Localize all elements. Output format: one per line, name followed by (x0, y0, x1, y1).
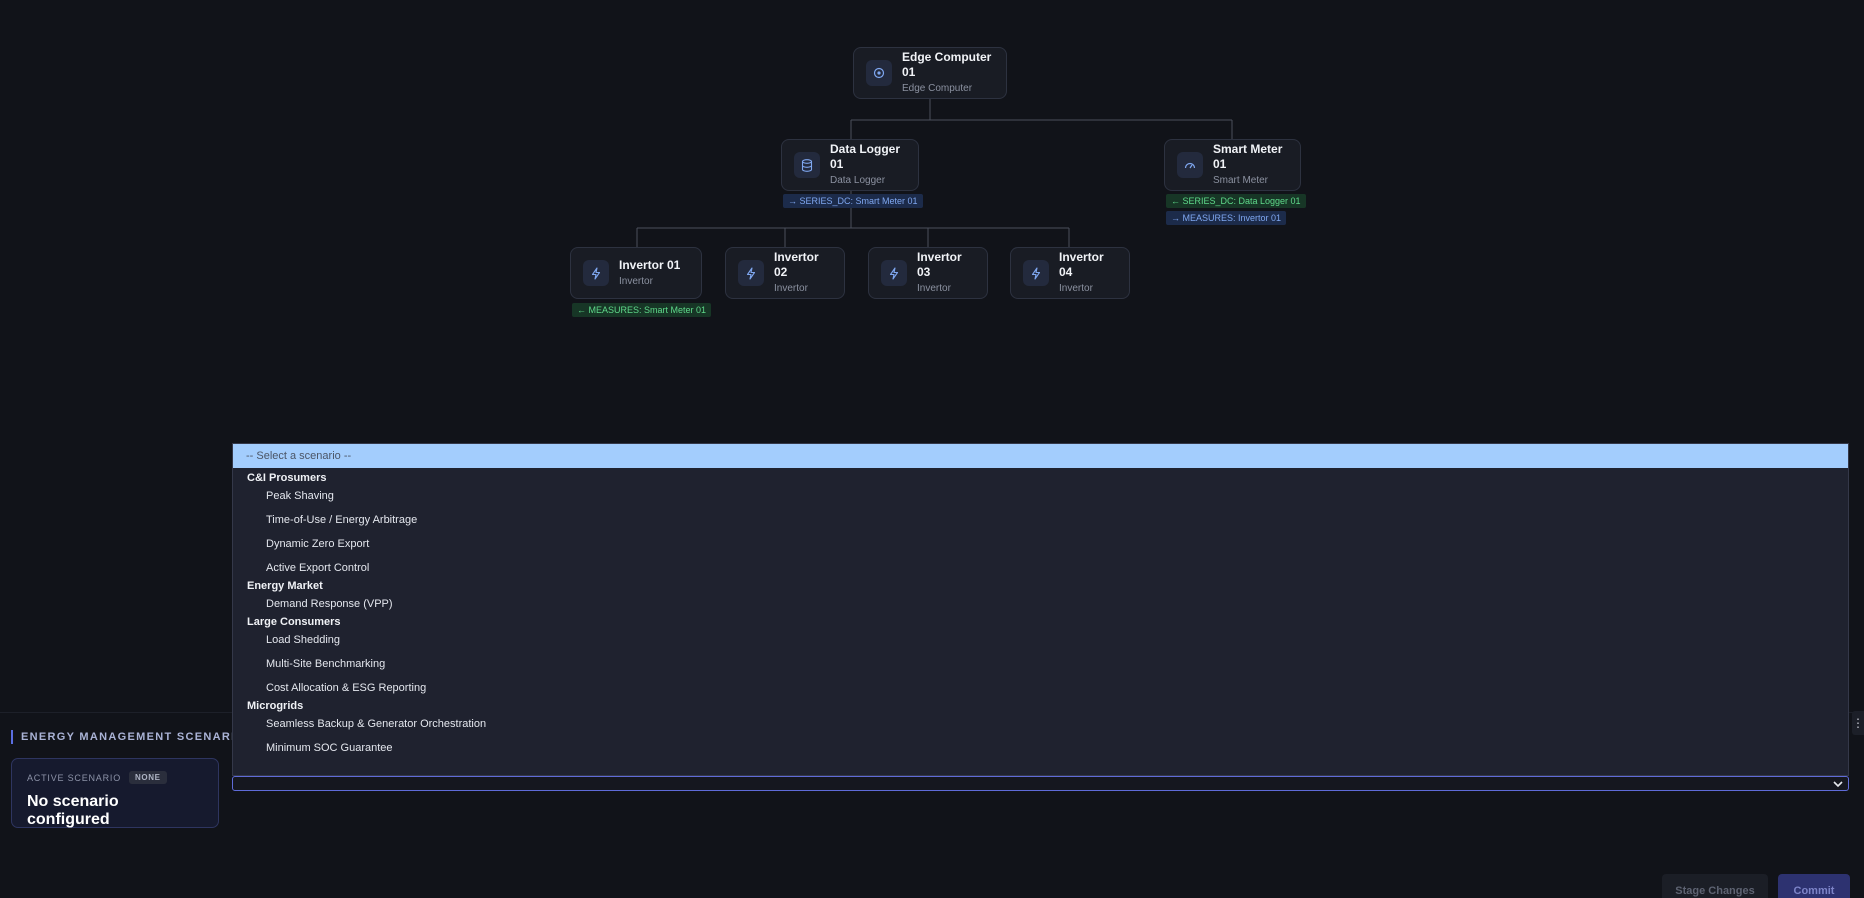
dropdown-option[interactable]: Active Export Control (233, 559, 1848, 578)
active-scenario-card: ACTIVE SCENARIO NONE No scenario configu… (11, 758, 219, 828)
target-icon (866, 60, 892, 86)
node-type: Invertor (774, 283, 808, 294)
gauge-icon (1177, 152, 1203, 178)
dropdown-option[interactable]: Load Shedding (233, 631, 1848, 655)
node-data-logger[interactable]: Data Logger 01 Data Logger (781, 139, 919, 191)
node-invertor-02[interactable]: Invertor 02 Invertor (725, 247, 845, 299)
status-badge: NONE (129, 771, 167, 784)
node-name: Invertor 01 (619, 257, 681, 272)
relation-tag: ← SERIES_DC: Data Logger 01 (1166, 194, 1306, 208)
lightning-icon (738, 260, 764, 286)
node-type: Invertor (1059, 283, 1093, 294)
scenario-select[interactable] (232, 776, 1849, 791)
dropdown-option[interactable]: Peak Shaving (233, 487, 1848, 511)
dropdown-option[interactable]: Dynamic Zero Export (233, 535, 1848, 559)
node-edge-computer[interactable]: Edge Computer 01 Edge Computer (853, 47, 1007, 99)
section-heading: ENERGY MANAGEMENT SCENARIO (11, 730, 245, 744)
node-name: Smart Meter 01 (1213, 142, 1283, 171)
commit-button[interactable]: Commit (1778, 874, 1850, 898)
node-type: Smart Meter (1213, 175, 1269, 186)
dropdown-group-label: C&I Prosumers (247, 472, 327, 484)
dropdown-option[interactable]: Cost Allocation & ESG Reporting (233, 679, 1848, 698)
dropdown-option[interactable]: Time-of-Use / Energy Arbitrage (233, 511, 1848, 535)
database-icon (794, 152, 820, 178)
relation-tag: ← MEASURES: Smart Meter 01 (572, 303, 712, 317)
active-scenario-value: No scenario configured (27, 793, 119, 828)
node-type: Invertor (917, 283, 951, 294)
lightning-icon (583, 260, 609, 286)
node-smart-meter[interactable]: Smart Meter 01 Smart Meter (1164, 139, 1301, 191)
dropdown-group-label: Large Consumers (247, 616, 341, 628)
node-type: Data Logger (830, 175, 886, 186)
dropdown-option-placeholder[interactable]: -- Select a scenario -- (233, 444, 1848, 468)
scenario-dropdown-list[interactable]: -- Select a scenario -- C&I Prosumers Pe… (232, 443, 1849, 776)
node-name: Invertor 04 (1059, 250, 1104, 279)
node-name: Invertor 02 (774, 250, 819, 279)
node-name: Data Logger 01 (830, 142, 901, 171)
dropdown-group-label: Energy Market (247, 580, 323, 592)
relation-tag: → SERIES_DC: Smart Meter 01 (783, 194, 923, 208)
node-name: Invertor 03 (917, 250, 962, 279)
dropdown-option[interactable]: Demand Response (VPP) (233, 595, 1848, 614)
node-type: Edge Computer (902, 83, 973, 94)
lightning-icon (881, 260, 907, 286)
node-invertor-01[interactable]: Invertor 01 Invertor (570, 247, 702, 299)
dropdown-option[interactable]: Minimum SOC Guarantee (233, 739, 1848, 763)
lightning-icon (1023, 260, 1049, 286)
node-name: Edge Computer 01 (902, 50, 992, 79)
dropdown-group-label: Microgrids (247, 700, 304, 712)
node-invertor-04[interactable]: Invertor 04 Invertor (1010, 247, 1130, 299)
topology-canvas: Edge Computer 01 Edge Computer Data Logg… (0, 0, 1864, 440)
dropdown-option[interactable]: Multi-Site Benchmarking (233, 655, 1848, 679)
stage-changes-button[interactable]: Stage Changes (1662, 874, 1768, 898)
node-type: Invertor (619, 275, 653, 287)
chevron-down-icon (1833, 781, 1843, 788)
node-invertor-03[interactable]: Invertor 03 Invertor (868, 247, 988, 299)
dropdown-option[interactable]: Seamless Backup & Generator Orchestratio… (233, 715, 1848, 739)
active-scenario-label: ACTIVE SCENARIO (27, 772, 122, 783)
more-options-icon[interactable]: ⋮ (1852, 711, 1864, 735)
relation-tag: → MEASURES: Invertor 01 (1166, 211, 1287, 225)
